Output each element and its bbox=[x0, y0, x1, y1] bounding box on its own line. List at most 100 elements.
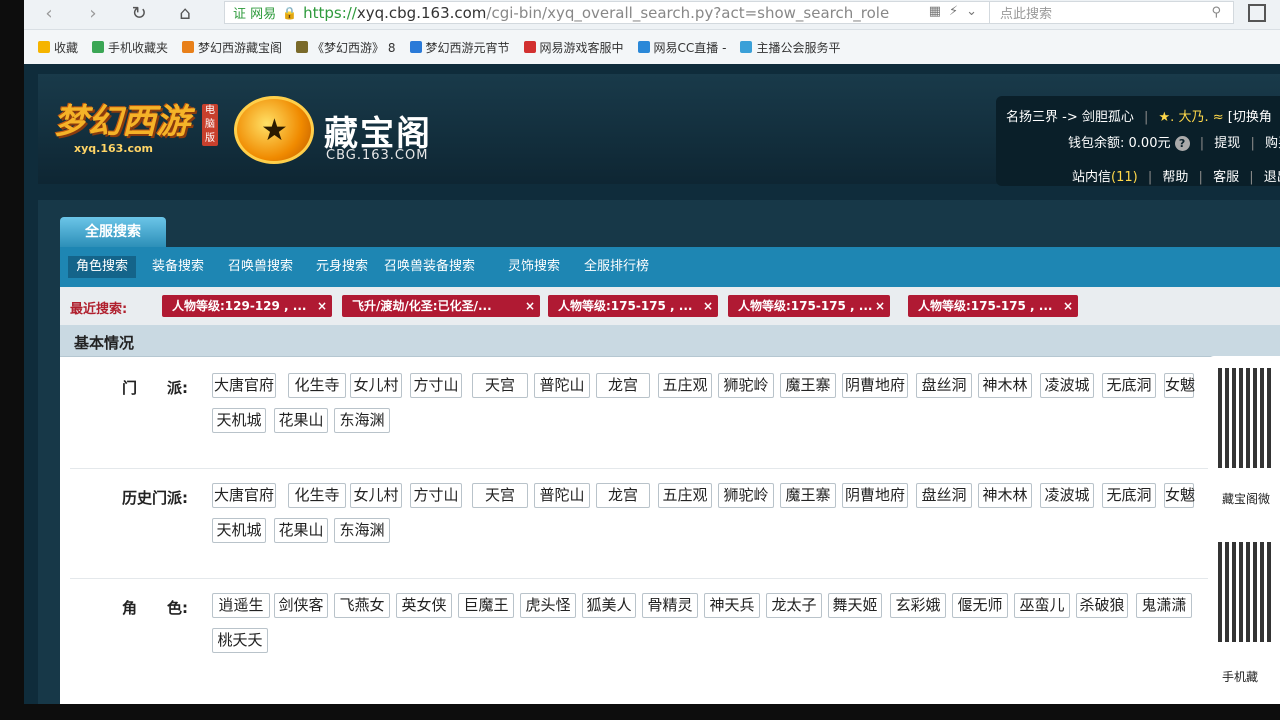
reload-icon[interactable]: ↻ bbox=[126, 2, 152, 28]
history-faction-option[interactable]: 阴曹地府 bbox=[842, 483, 908, 508]
subtab-4[interactable]: 召唤兽装备搜索 bbox=[376, 256, 483, 278]
role-option[interactable]: 桃夭夭 bbox=[212, 628, 268, 653]
tab-all-server-search[interactable]: 全服搜索 bbox=[60, 217, 166, 247]
role-option[interactable]: 骨精灵 bbox=[642, 593, 698, 618]
faction-option[interactable]: 普陀山 bbox=[534, 373, 590, 398]
service-link[interactable]: 客服 bbox=[1213, 170, 1239, 185]
faction-option[interactable]: 盘丝洞 bbox=[916, 373, 972, 398]
history-faction-option[interactable]: 无底洞 bbox=[1102, 483, 1156, 508]
faction-option[interactable]: 神木林 bbox=[978, 373, 1032, 398]
role-option[interactable]: 巨魔王 bbox=[458, 593, 514, 618]
subtab-1[interactable]: 装备搜索 bbox=[144, 256, 212, 278]
home-icon[interactable]: ⌂ bbox=[172, 2, 198, 28]
close-icon[interactable]: × bbox=[875, 295, 885, 317]
browser-search-input[interactable]: 点此搜索 ⚲ bbox=[989, 1, 1234, 24]
history-faction-option[interactable]: 盘丝洞 bbox=[916, 483, 972, 508]
address-bar[interactable]: 证 网易 🔒 https:// xyq.cbg.163.com /cgi-bin… bbox=[224, 1, 994, 24]
buy-link[interactable]: 购买 bbox=[1265, 136, 1280, 151]
forward-icon[interactable]: › bbox=[80, 2, 106, 28]
subtab-3[interactable]: 元身搜索 bbox=[308, 256, 376, 278]
favorite-item[interactable]: 收藏 bbox=[38, 39, 78, 56]
role-option[interactable]: 狐美人 bbox=[582, 593, 636, 618]
favorite-item[interactable]: 手机收藏夹 bbox=[92, 39, 168, 56]
history-faction-option[interactable]: 狮驼岭 bbox=[718, 483, 774, 508]
help-link[interactable]: 帮助 bbox=[1162, 170, 1188, 185]
history-faction-option[interactable]: 凌波城 bbox=[1040, 483, 1094, 508]
favorite-item[interactable]: 梦幻西游元宵节 bbox=[409, 39, 510, 56]
role-option[interactable]: 巫蛮儿 bbox=[1014, 593, 1070, 618]
qr-card-wechat[interactable]: 藏宝阁微 bbox=[1208, 356, 1280, 512]
role-option[interactable]: 杀破狼 bbox=[1076, 593, 1128, 618]
faction-option[interactable]: 方寸山 bbox=[410, 373, 462, 398]
recent-search-chip[interactable]: 人物等级:175-175 , ... × bbox=[548, 295, 718, 317]
recent-search-chip[interactable]: 人物等级:175-175 , ... × bbox=[728, 295, 890, 317]
switch-role-link[interactable]: [切换角 bbox=[1228, 110, 1272, 125]
favorite-item[interactable]: 主播公会服务平 bbox=[740, 39, 840, 56]
history-faction-option[interactable]: 大唐官府 bbox=[212, 483, 276, 508]
recent-search-chip[interactable]: 飞升/渡劫/化圣:已化圣/... × bbox=[342, 295, 540, 317]
history-faction-option[interactable]: 五庄观 bbox=[658, 483, 712, 508]
role-option[interactable]: 舞天姬 bbox=[828, 593, 882, 618]
role-option[interactable]: 英女侠 bbox=[396, 593, 452, 618]
history-faction-option[interactable]: 神木林 bbox=[978, 483, 1032, 508]
close-icon[interactable]: × bbox=[1063, 295, 1073, 317]
faction-option[interactable]: 凌波城 bbox=[1040, 373, 1094, 398]
role-option[interactable]: 神天兵 bbox=[704, 593, 760, 618]
history-faction-option[interactable]: 女魃 bbox=[1164, 483, 1195, 508]
role-option[interactable]: 飞燕女 bbox=[334, 593, 390, 618]
back-icon[interactable]: ‹ bbox=[36, 2, 62, 28]
subtab-2[interactable]: 召唤兽搜索 bbox=[220, 256, 301, 278]
faction-option[interactable]: 五庄观 bbox=[658, 373, 712, 398]
history-faction-option[interactable]: 普陀山 bbox=[534, 483, 590, 508]
role-option[interactable]: 剑侠客 bbox=[274, 593, 328, 618]
role-option[interactable]: 逍遥生 bbox=[212, 593, 270, 618]
faction-option[interactable]: 东海渊 bbox=[334, 408, 390, 433]
game-logo[interactable]: 梦幻西游 bbox=[54, 94, 190, 143]
qr-card-mobile[interactable]: 手机藏 bbox=[1208, 530, 1280, 694]
history-faction-option[interactable]: 化生寺 bbox=[288, 483, 346, 508]
role-option[interactable]: 虎头怪 bbox=[520, 593, 576, 618]
faction-option[interactable]: 天机城 bbox=[212, 408, 266, 433]
faction-option[interactable]: 魔王寨 bbox=[780, 373, 836, 398]
faction-option[interactable]: 龙宫 bbox=[596, 373, 650, 398]
favorite-item[interactable]: 梦幻西游藏宝阁 bbox=[182, 39, 282, 56]
favorite-item[interactable]: 《梦幻西游》 8 bbox=[296, 39, 396, 56]
address-bar-icons[interactable]: ▦⚡⌄ bbox=[929, 4, 985, 19]
recent-search-chip[interactable]: 人物等级:129-129 , ... × bbox=[162, 295, 332, 317]
history-faction-option[interactable]: 龙宫 bbox=[596, 483, 650, 508]
history-faction-option[interactable]: 魔王寨 bbox=[780, 483, 836, 508]
subtab-0[interactable]: 角色搜索 bbox=[68, 256, 137, 278]
close-icon[interactable]: × bbox=[703, 295, 713, 317]
subtab-5[interactable]: 灵饰搜索 bbox=[500, 256, 568, 278]
faction-option[interactable]: 阴曹地府 bbox=[842, 373, 908, 398]
faction-option[interactable]: 狮驼岭 bbox=[718, 373, 774, 398]
search-icon[interactable]: ⚲ bbox=[1211, 5, 1221, 20]
close-icon[interactable]: × bbox=[317, 295, 327, 317]
role-option[interactable]: 偃无师 bbox=[952, 593, 1008, 618]
faction-option[interactable]: 无底洞 bbox=[1102, 373, 1156, 398]
role-option[interactable]: 龙太子 bbox=[766, 593, 822, 618]
recent-search-chip[interactable]: 人物等级:175-175 , ... × bbox=[908, 295, 1078, 317]
history-faction-option[interactable]: 天机城 bbox=[212, 518, 266, 543]
faction-option[interactable]: 大唐官府 bbox=[212, 373, 276, 398]
faction-option[interactable]: 女儿村 bbox=[350, 373, 402, 398]
role-option[interactable]: 鬼潇潇 bbox=[1136, 593, 1192, 618]
history-faction-option[interactable]: 花果山 bbox=[274, 518, 328, 543]
history-faction-option[interactable]: 方寸山 bbox=[410, 483, 462, 508]
history-faction-option[interactable]: 天宫 bbox=[472, 483, 528, 508]
faction-option[interactable]: 化生寺 bbox=[288, 373, 346, 398]
faction-option[interactable]: 天宫 bbox=[472, 373, 528, 398]
faction-option[interactable]: 花果山 bbox=[274, 408, 328, 433]
withdraw-link[interactable]: 提现 bbox=[1214, 136, 1240, 151]
messages-link[interactable]: 站内信 bbox=[1072, 170, 1111, 185]
favorite-item[interactable]: 网易游戏客服中 bbox=[523, 39, 624, 56]
history-faction-option[interactable]: 女儿村 bbox=[350, 483, 402, 508]
faction-option[interactable]: 女魃 bbox=[1164, 373, 1195, 398]
apps-grid-icon[interactable] bbox=[1248, 4, 1266, 22]
favorite-item[interactable]: 网易CC直播 - bbox=[637, 39, 726, 56]
history-faction-option[interactable]: 东海渊 bbox=[334, 518, 390, 543]
help-question-icon[interactable]: ? bbox=[1174, 136, 1190, 151]
close-icon[interactable]: × bbox=[525, 295, 535, 317]
logout-link[interactable]: 退出 bbox=[1264, 170, 1280, 185]
subtab-6[interactable]: 全服排行榜 bbox=[576, 256, 657, 278]
